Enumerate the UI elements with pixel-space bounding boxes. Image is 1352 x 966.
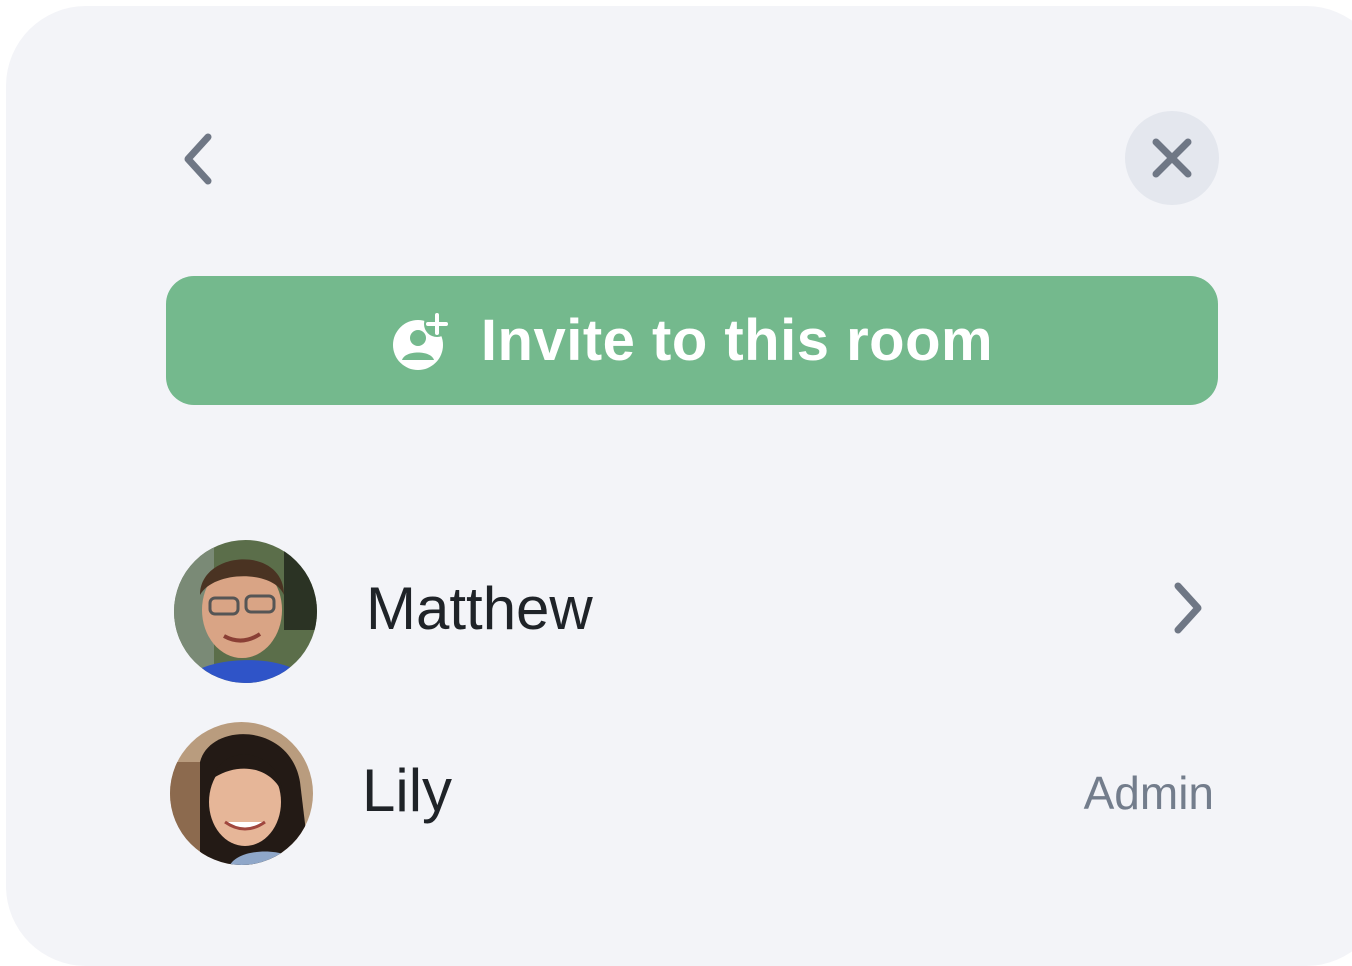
member-row-lily[interactable]: Lily Admin <box>166 718 1226 868</box>
chevron-left-icon <box>184 133 212 185</box>
member-name: Matthew <box>366 575 593 642</box>
back-button[interactable] <box>168 124 228 194</box>
invite-button-label: Invite to this room <box>480 308 994 373</box>
avatar <box>174 540 317 683</box>
avatar <box>170 722 313 865</box>
chevron-right-icon <box>1174 582 1202 634</box>
invite-to-room-button[interactable]: Invite to this room <box>166 276 1218 405</box>
close-button[interactable] <box>1125 111 1219 205</box>
member-row-matthew[interactable]: Matthew <box>166 536 1226 686</box>
close-icon <box>1152 138 1192 178</box>
user-add-icon <box>391 310 453 372</box>
member-name: Lily <box>362 757 453 824</box>
member-role-badge: Admin <box>1083 767 1214 819</box>
